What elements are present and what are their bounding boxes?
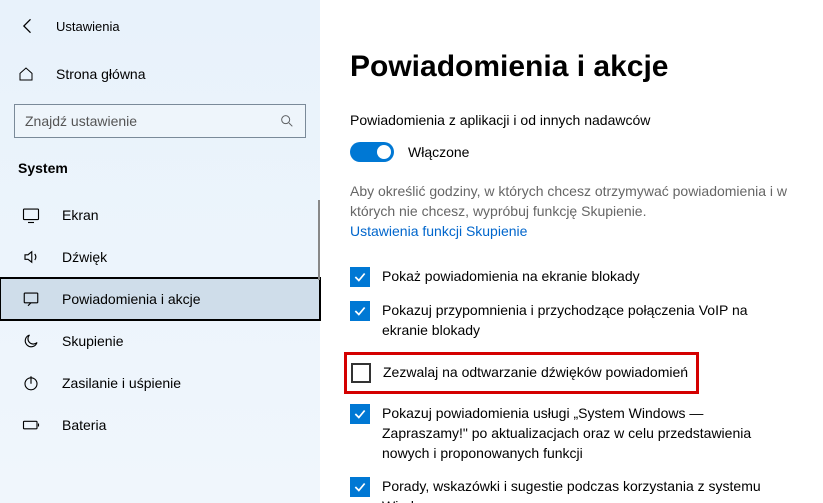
focus-settings-link[interactable]: Ustawienia funkcji Skupienie	[350, 223, 527, 239]
back-icon[interactable]	[18, 16, 38, 36]
checkbox-welcome[interactable]	[350, 404, 370, 424]
checkbox-tips[interactable]	[350, 477, 370, 497]
checkbox-label: Pokazuj przypomnienia i przychodzące poł…	[382, 301, 793, 340]
moon-icon	[22, 332, 40, 350]
sound-icon	[22, 248, 40, 266]
sidebar-item-label: Ekran	[62, 207, 99, 223]
sidebar-item-label: Zasilanie i uśpienie	[62, 375, 181, 391]
sidebar-item-powiadomienia[interactable]: Powiadomienia i akcje	[0, 278, 320, 320]
sidebar-item-label: Bateria	[62, 417, 106, 433]
sidebar-item-ekran[interactable]: Ekran	[0, 194, 320, 236]
checkbox-label: Zezwalaj na odtwarzanie dźwięków powiado…	[383, 363, 688, 383]
app-title: Ustawienia	[56, 19, 120, 34]
notification-icon	[22, 290, 40, 308]
home-label: Strona główna	[56, 66, 146, 82]
sidebar-item-label: Skupienie	[62, 333, 124, 349]
header-row: Ustawienia	[0, 8, 320, 54]
checkbox-row-2: Zezwalaj na odtwarzanie dźwięków powiado…	[351, 361, 688, 385]
section-label: Powiadomienia z aplikacji i od innych na…	[350, 112, 793, 128]
notifications-toggle[interactable]	[350, 142, 394, 162]
checkbox-row-4: Porady, wskazówki i sugestie podczas kor…	[350, 475, 793, 503]
checkbox-label: Pokaż powiadomienia na ekranie blokady	[382, 267, 640, 287]
toggle-label: Włączone	[408, 144, 469, 160]
search-icon	[279, 113, 295, 129]
page-title: Powiadomienia i akcje	[350, 50, 793, 84]
category-label: System	[0, 156, 320, 194]
power-icon	[22, 374, 40, 392]
checkbox-voip[interactable]	[350, 301, 370, 321]
checkbox-label: Porady, wskazówki i sugestie podczas kor…	[382, 477, 793, 503]
checkbox-row-3: Pokazuj powiadomienia usługi „System Win…	[350, 402, 793, 465]
battery-icon	[22, 416, 40, 434]
checkbox-row-1: Pokazuj przypomnienia i przychodzące poł…	[350, 299, 793, 342]
home-icon	[18, 66, 34, 82]
sidebar-item-skupienie[interactable]: Skupienie	[0, 320, 320, 362]
search-box[interactable]	[14, 104, 306, 138]
toggle-knob	[377, 145, 391, 159]
sidebar-item-label: Powiadomienia i akcje	[62, 291, 201, 307]
toggle-row: Włączone	[350, 142, 793, 162]
search-input[interactable]	[25, 113, 279, 129]
checkbox-lockscreen[interactable]	[350, 267, 370, 287]
description-text: Aby określić godziny, w których chcesz o…	[350, 182, 793, 221]
sidebar-item-bateria[interactable]: Bateria	[0, 404, 320, 446]
highlighted-option: Zezwalaj na odtwarzanie dźwięków powiado…	[344, 352, 699, 394]
sidebar-item-dzwiek[interactable]: Dźwięk	[0, 236, 320, 278]
checkbox-sounds[interactable]	[351, 363, 371, 383]
sidebar-item-zasilanie[interactable]: Zasilanie i uśpienie	[0, 362, 320, 404]
home-nav[interactable]: Strona główna	[0, 54, 320, 94]
sidebar: Ustawienia Strona główna System Ekran Dź…	[0, 0, 320, 503]
checkbox-label: Pokazuj powiadomienia usługi „System Win…	[382, 404, 793, 463]
content-pane: Powiadomienia i akcje Powiadomienia z ap…	[320, 0, 823, 503]
sidebar-item-label: Dźwięk	[62, 249, 107, 265]
display-icon	[22, 206, 40, 224]
checkbox-row-0: Pokaż powiadomienia na ekranie blokady	[350, 265, 793, 289]
